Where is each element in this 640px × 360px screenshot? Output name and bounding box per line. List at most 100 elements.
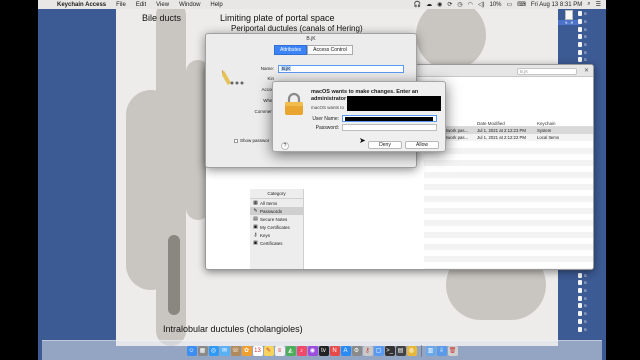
- desktop-file[interactable]: S: [578, 48, 604, 56]
- password-input[interactable]: [342, 124, 437, 131]
- menu-edit[interactable]: Edit: [131, 2, 151, 8]
- desktop-file[interactable]: S: [578, 302, 604, 310]
- category-item-all-items[interactable]: ▦ All Items: [250, 199, 303, 207]
- secure-notes-icon: ▤: [253, 216, 258, 222]
- dock-reminders-icon[interactable]: ≡: [274, 345, 285, 356]
- category-item-secure-notes[interactable]: ▤ Secure Notes: [250, 215, 303, 223]
- dock-music-icon[interactable]: ♪: [296, 345, 307, 356]
- menu-window[interactable]: Window: [174, 2, 205, 8]
- search-field[interactable]: B.jK: [517, 68, 577, 75]
- keys-icon: ⚷: [253, 232, 258, 238]
- dock-contacts-icon[interactable]: ☏: [230, 345, 241, 356]
- help-button[interactable]: ?: [281, 142, 289, 150]
- table-row[interactable]: AirPort network pas... Jul 1, 2021 at 2:…: [424, 127, 593, 134]
- dock-calendar-icon[interactable]: 13: [252, 345, 263, 356]
- dock-preview-icon[interactable]: ▢: [373, 345, 384, 356]
- clock-icon[interactable]: ◷: [457, 1, 462, 8]
- column-date-modified[interactable]: Date Modified: [474, 121, 534, 126]
- desktop-file[interactable]: S: [578, 287, 604, 295]
- control-center-icon[interactable]: ☰: [596, 1, 601, 8]
- status-area: 🎧 ☁ ◉ ⟳ ◷ ◠ ◁) 10% ▭ ⌨ Fri Aug 13 8:31 P…: [414, 1, 606, 8]
- dock: ☺ ▦ ◎ ✉ ☏ ✿ 13 ✎ ≡ ◭ ♪ ◉ tv N A ⚙ ⚷ ▢ >_ ▤ ◍ ▥ ⇩ 🗑: [42, 340, 602, 360]
- menu-file[interactable]: File: [111, 2, 131, 8]
- desktop-file[interactable]: S: [578, 279, 604, 287]
- menu-view[interactable]: View: [151, 2, 174, 8]
- file-icon: [578, 295, 582, 301]
- dock-mail-icon[interactable]: ✉: [219, 345, 230, 356]
- dock-finder-icon[interactable]: ☺: [186, 345, 197, 356]
- dock-app-store-icon[interactable]: A: [340, 345, 351, 356]
- battery-percent[interactable]: 10%: [490, 2, 502, 8]
- spotlight-icon[interactable]: ⌕: [587, 1, 590, 8]
- dock-trash-icon[interactable]: 🗑: [447, 345, 458, 356]
- name-field[interactable]: B.jK: [278, 65, 404, 73]
- dock-tv-icon[interactable]: tv: [318, 345, 329, 356]
- dock-launchpad-icon[interactable]: ▦: [197, 345, 208, 356]
- menu-help[interactable]: Help: [205, 2, 227, 8]
- category-item-my-certificates[interactable]: ▣ My Certificates: [250, 223, 303, 231]
- menubar-datetime[interactable]: Fri Aug 13 8:31 PM: [531, 2, 582, 8]
- desktop-file[interactable]: S: [578, 310, 604, 318]
- dock-activity-icon[interactable]: ▤: [395, 345, 406, 356]
- category-item-label: Keys: [260, 232, 271, 238]
- deny-button[interactable]: Deny: [368, 141, 402, 149]
- column-keychain[interactable]: Keychain: [534, 121, 592, 126]
- dock-downloads-icon[interactable]: ⇩: [436, 345, 447, 356]
- desktop-file[interactable]: S: [578, 18, 604, 26]
- name-label: Name:: [260, 66, 274, 71]
- dock-maps-icon[interactable]: ◭: [285, 345, 296, 356]
- menu-app-name[interactable]: Keychain Access: [52, 2, 111, 8]
- comments-label: Comment: [254, 109, 274, 114]
- dock-photos-icon[interactable]: ✿: [241, 345, 252, 356]
- dock-finder-folder-icon[interactable]: ▥: [425, 345, 436, 356]
- tab-access-control[interactable]: Access Control: [307, 45, 353, 55]
- dock-system-preferences-icon[interactable]: ⚙: [351, 345, 362, 356]
- dock-chrome-icon[interactable]: ◍: [406, 345, 417, 356]
- dock-notes-icon[interactable]: ✎: [263, 345, 274, 356]
- row-keychain: System: [537, 128, 552, 133]
- desktop-file[interactable]: S: [578, 33, 604, 41]
- file-icon: [578, 57, 582, 63]
- cloud-icon[interactable]: ☁: [426, 1, 432, 8]
- allow-button[interactable]: Allow: [405, 141, 439, 149]
- name-field-value: B.jK: [281, 66, 292, 71]
- dock-news-icon[interactable]: N: [329, 345, 340, 356]
- sync-icon[interactable]: ⟳: [447, 1, 452, 8]
- category-item-label: Certificates: [260, 240, 283, 246]
- desktop-file[interactable]: S: [578, 294, 604, 302]
- desktop-file[interactable]: S: [578, 56, 604, 64]
- show-password-checkbox[interactable]: [234, 138, 238, 143]
- desktop-file[interactable]: S: [578, 41, 604, 49]
- keyboard-icon[interactable]: ⌨: [517, 1, 526, 8]
- tab-attributes[interactable]: Attributes: [274, 45, 308, 55]
- desktop-file[interactable]: S: [578, 10, 604, 18]
- category-item-certificates[interactable]: ▣ Certificates: [250, 239, 303, 247]
- clear-search-icon[interactable]: ✕: [584, 67, 589, 74]
- dock-safari-icon[interactable]: ◎: [208, 345, 219, 356]
- desktop-file[interactable]: S: [578, 25, 604, 33]
- dock-podcasts-icon[interactable]: ◉: [307, 345, 318, 356]
- desktop-file[interactable]: 9...ff: [558, 10, 580, 28]
- desktop-file[interactable]: S: [578, 318, 604, 326]
- record-icon[interactable]: ◉: [437, 1, 442, 8]
- desktop-file-label: S: [584, 280, 587, 286]
- category-list: ▦ All Items ✎ Passwords ▤ Secure Notes ▣ My Cer…: [250, 199, 303, 247]
- table-row[interactable]: AirPort network pas... Jul 1, 2021 at 2:…: [424, 134, 593, 141]
- dock-keychain-icon[interactable]: ⚷: [362, 345, 373, 356]
- file-icon: [578, 311, 582, 317]
- row-keychain: Local Items: [537, 135, 559, 140]
- dock-terminal-icon[interactable]: >_: [384, 345, 395, 356]
- desktop-file-label: S: [584, 311, 587, 317]
- headphones-icon[interactable]: 🎧: [414, 1, 421, 8]
- category-item-passwords[interactable]: ✎ Passwords: [250, 207, 303, 215]
- wallpaper-label-limiting-plate: Limiting plate of portal space: [220, 13, 335, 23]
- desktop-file[interactable]: S: [578, 325, 604, 333]
- category-item-keys[interactable]: ⚷ Keys: [250, 231, 303, 239]
- my-certificates-icon: ▣: [253, 224, 258, 230]
- desktop-file[interactable]: S: [578, 271, 604, 279]
- show-password-row[interactable]: Show passwor: [234, 138, 269, 143]
- all-items-icon: ▦: [253, 200, 258, 206]
- wifi-icon[interactable]: ◠: [468, 1, 473, 8]
- volume-icon[interactable]: ◁): [478, 1, 485, 8]
- battery-icon[interactable]: ▭: [507, 1, 513, 8]
